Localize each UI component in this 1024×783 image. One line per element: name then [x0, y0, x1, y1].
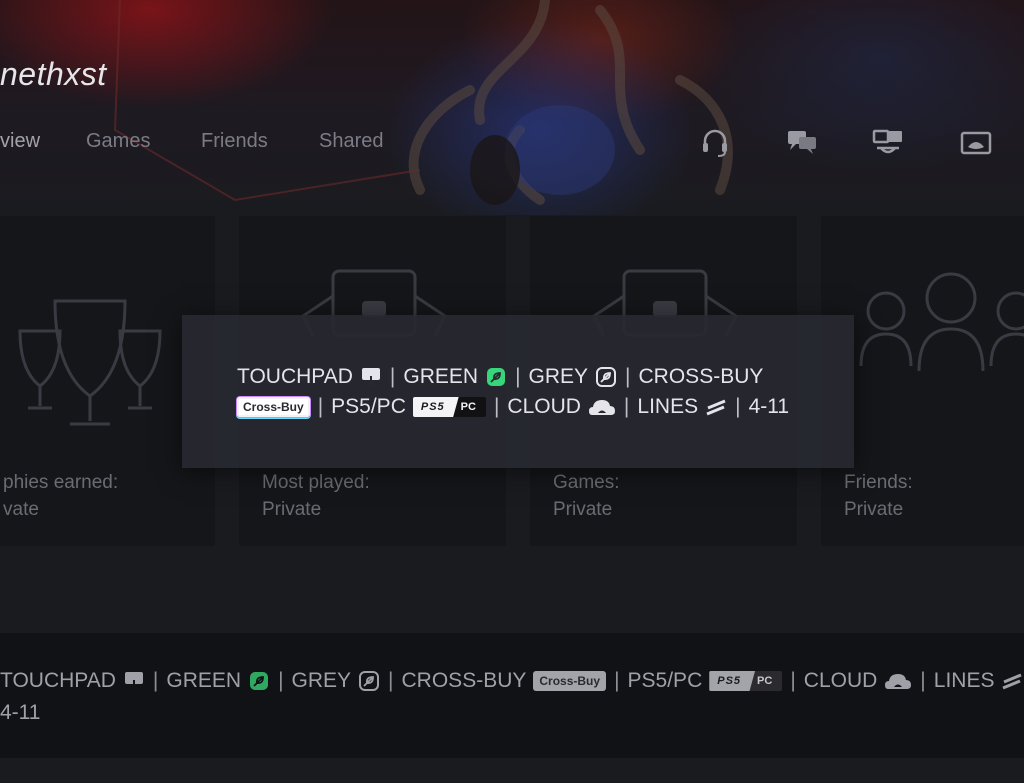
grey-label: GREY — [528, 365, 589, 388]
cloud-label: CLOUD — [507, 395, 581, 418]
tab-friends[interactable]: Friends — [201, 130, 268, 153]
strip-line-2: 4-11 — [0, 701, 40, 725]
separator: | — [388, 669, 394, 692]
cloud-icon — [884, 671, 912, 691]
lines-icon — [705, 397, 727, 417]
separator: | — [278, 669, 284, 692]
separator: | — [493, 395, 500, 418]
green-label: GREEN — [403, 365, 479, 388]
most-played-label: Most played: — [262, 472, 370, 493]
legend-line-2: Cross-Buy | PS5/PC PS5 PC | CLOUD | LINE… — [237, 395, 789, 419]
controller-icon[interactable] — [956, 125, 996, 161]
separator: | — [790, 669, 796, 692]
tab-overview[interactable]: view — [0, 130, 40, 153]
separator: | — [389, 365, 396, 388]
ps5-badge-text: PS5 — [709, 671, 756, 691]
banner-artwork — [113, 0, 733, 205]
ps5pc-label: PS5/PC — [627, 669, 703, 692]
most-played-value: Private — [262, 499, 322, 520]
games-value: Private — [553, 499, 613, 520]
touchpad-label: TOUCHPAD — [0, 669, 116, 692]
separator: | — [515, 365, 521, 388]
profile-username: nethxst — [0, 56, 107, 92]
crossbuy-label: CROSS-BUY — [401, 669, 527, 692]
chat-icon[interactable] — [782, 125, 822, 161]
lines-label: LINES — [933, 669, 995, 692]
tab-shared[interactable]: Shared — [319, 130, 384, 153]
crossbuy-badge: Cross-Buy — [533, 671, 607, 691]
friends-value: Private — [844, 499, 904, 520]
tab-games[interactable]: Games — [86, 130, 150, 153]
bottom-bar — [0, 758, 1024, 783]
cloud-label: CLOUD — [803, 669, 878, 692]
ps5-pc-badge: PS5 PC — [412, 397, 486, 417]
legend-strip: TOUCHPAD | GREEN | GREY | CROSS-BUY Cros… — [0, 633, 1024, 758]
ps5pc-label: PS5/PC — [331, 395, 406, 418]
cloud-icon — [588, 397, 616, 417]
grey-leaf-icon — [595, 366, 617, 388]
grey-leaf-icon — [358, 670, 380, 692]
touchpad-icon — [123, 670, 145, 692]
ps5-badge-text: PS5 — [412, 397, 459, 417]
trophies-label: phies earned: — [3, 472, 119, 493]
ps5-pc-badge: PS5 PC — [709, 671, 783, 691]
separator: | — [317, 395, 324, 418]
games-label: Games: — [553, 472, 620, 493]
profile-banner: nethxst — [0, 0, 1024, 215]
separator: | — [614, 669, 620, 692]
crossbuy-label: CROSS-BUY — [638, 365, 764, 388]
legend-line-1: TOUCHPAD | GREEN | GREY | CROSS-BUY — [237, 365, 763, 389]
separator: | — [625, 365, 631, 388]
separator: | — [735, 395, 741, 418]
lines-icon — [1001, 671, 1023, 691]
lines-label: LINES — [637, 395, 699, 418]
separator: | — [152, 669, 159, 692]
crossbuy-badge: Cross-Buy — [237, 397, 310, 417]
separator: | — [623, 395, 630, 418]
headset-icon[interactable] — [695, 125, 735, 161]
legend-overlay: TOUCHPAD | GREEN | GREY | CROSS-BUY Cros… — [182, 315, 854, 468]
separator: | — [920, 669, 926, 692]
range-label: 4-11 — [0, 701, 41, 724]
green-leaf-icon — [485, 366, 507, 388]
touchpad-icon — [360, 366, 382, 388]
touchpad-label: TOUCHPAD — [237, 365, 353, 388]
green-leaf-icon — [248, 670, 270, 692]
grey-label: GREY — [291, 669, 352, 692]
range-label: 4-11 — [748, 395, 790, 418]
trophies-value: vate — [3, 499, 39, 520]
strip-line-1: TOUCHPAD | GREEN | GREY | CROSS-BUY Cros… — [0, 669, 1023, 693]
share-screen-icon[interactable] — [868, 125, 908, 161]
friends-label: Friends: — [844, 472, 913, 493]
green-label: GREEN — [166, 669, 242, 692]
